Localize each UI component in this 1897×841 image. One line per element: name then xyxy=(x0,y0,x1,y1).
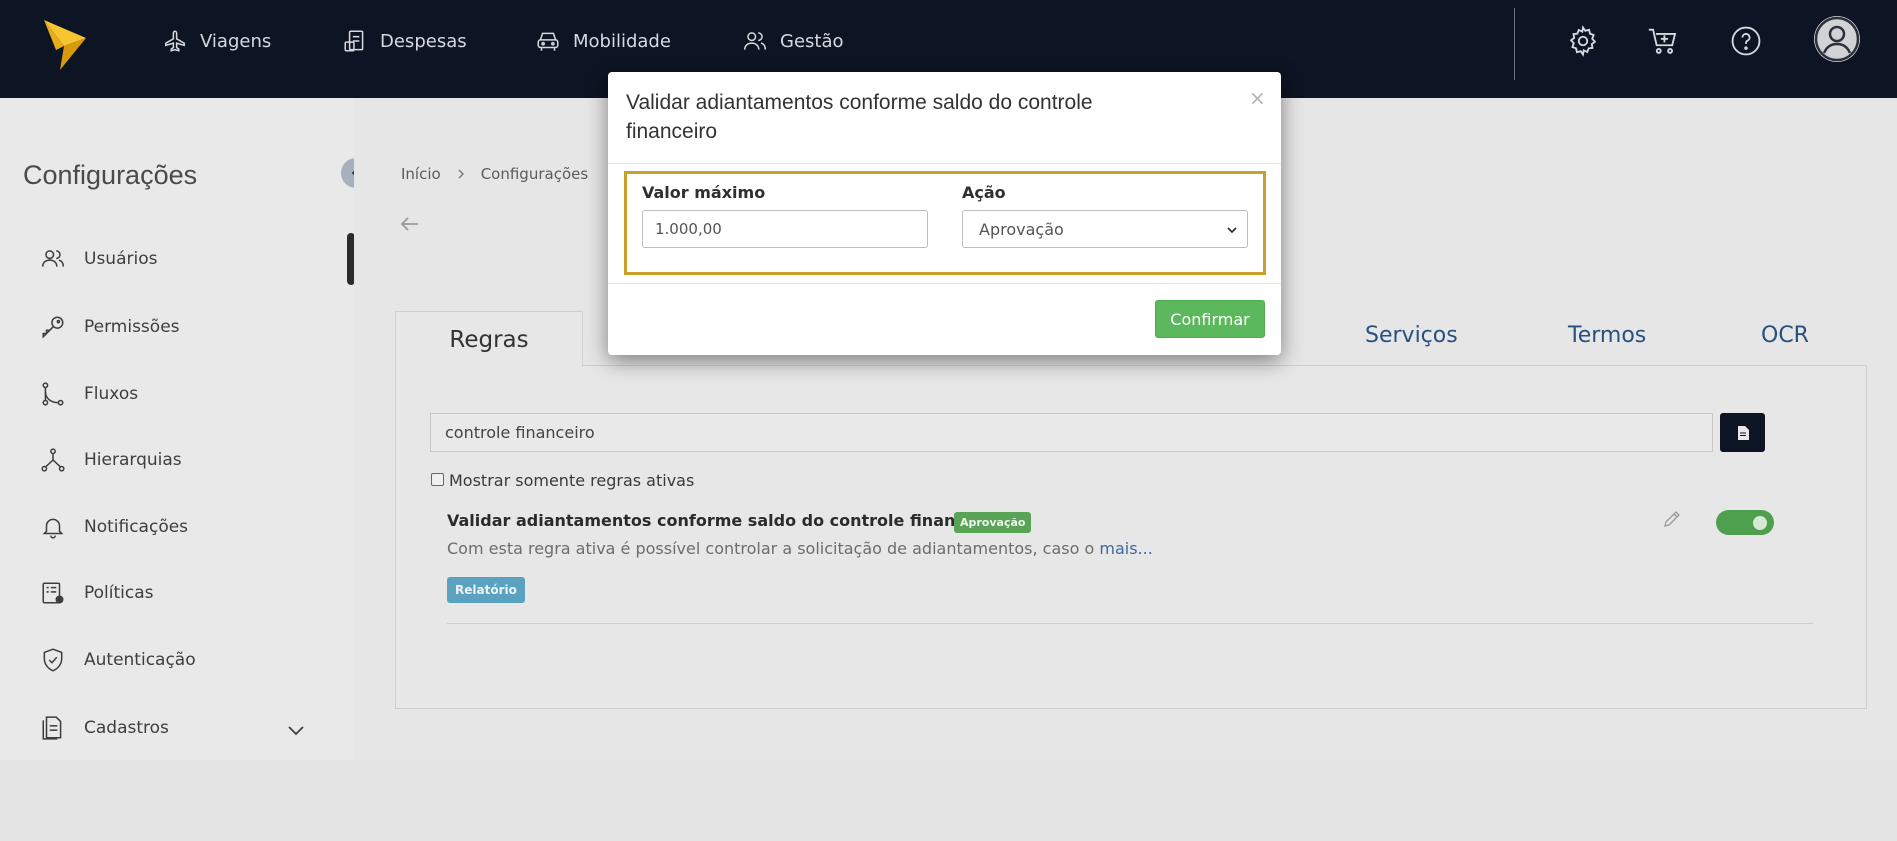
sidebar-item-cadastros[interactable]: Cadastros xyxy=(40,712,169,744)
avatar[interactable] xyxy=(1814,16,1860,62)
sidebar-item-permissoes[interactable]: Permissões xyxy=(40,311,180,343)
users-icon xyxy=(41,250,65,267)
nav-label: Mobilidade xyxy=(573,30,671,52)
rule-toggle[interactable] xyxy=(1716,510,1774,535)
sidebar-item-label: Hierarquias xyxy=(84,450,182,470)
export-button[interactable] xyxy=(1720,413,1765,452)
hierarchy-icon xyxy=(41,448,65,472)
nav-label: Gestão xyxy=(780,30,844,52)
tab-termos[interactable]: Termos xyxy=(1568,323,1646,348)
sidebar-item-label: Notificações xyxy=(84,517,189,537)
sidebar-item-autenticacao[interactable]: Autenticação xyxy=(40,644,196,676)
rule-description: Com esta regra ativa é possível controla… xyxy=(447,539,1153,558)
chevron-down-icon[interactable] xyxy=(284,718,308,742)
nav-mobilidade[interactable]: Mobilidade xyxy=(535,26,671,56)
tab-servicos[interactable]: Serviços xyxy=(1365,323,1458,348)
max-value-label: Valor máximo xyxy=(642,183,766,202)
action-label: Ação xyxy=(962,183,1006,202)
max-value-input[interactable]: 1.000,00 xyxy=(642,210,928,248)
sidebar-item-notificacoes[interactable]: Notificações xyxy=(40,511,188,543)
pencil-icon[interactable] xyxy=(1662,509,1682,529)
footer-area xyxy=(0,760,1897,841)
divider xyxy=(608,283,1281,284)
sidebar-item-politicas[interactable]: Políticas xyxy=(40,577,154,609)
active-only-checkbox[interactable] xyxy=(431,473,444,486)
sidebar-title: Configurações xyxy=(23,160,198,190)
nav-divider xyxy=(1514,8,1515,80)
sidebar-item-label: Políticas xyxy=(84,583,154,603)
document-icon xyxy=(42,716,62,740)
sidebar-item-hierarquias[interactable]: Hierarquias xyxy=(40,444,182,476)
rule-type-badge: Aprovação xyxy=(954,512,1032,533)
report-tag[interactable]: Relatório xyxy=(447,577,525,603)
nav-gestao[interactable]: Gestão xyxy=(742,26,844,56)
logo-icon[interactable] xyxy=(42,16,88,72)
document-icon xyxy=(1737,425,1749,440)
search-value: controle financeiro xyxy=(445,423,595,442)
confirm-button[interactable]: Confirmar xyxy=(1155,300,1265,338)
chevron-right-icon xyxy=(458,169,464,179)
nav-label: Despesas xyxy=(380,30,467,52)
nav-viagens[interactable]: Viagens xyxy=(162,26,271,56)
bell-icon xyxy=(42,518,64,539)
rule-description-text: Com esta regra ativa é possível controla… xyxy=(447,539,1095,558)
sidebar-item-usuarios[interactable]: Usuários xyxy=(40,243,157,275)
sidebar-item-fluxos[interactable]: Fluxos xyxy=(40,378,138,410)
more-link[interactable]: mais... xyxy=(1099,539,1152,558)
chevron-down-icon xyxy=(1227,227,1237,234)
sidebar-item-label: Cadastros xyxy=(84,718,169,738)
car-icon xyxy=(537,32,559,51)
receipt-icon xyxy=(344,30,364,52)
nav-despesas[interactable]: Despesas xyxy=(342,26,467,56)
tab-regras[interactable]: Regras xyxy=(395,311,583,367)
divider xyxy=(447,623,1813,624)
action-value: Aprovação xyxy=(979,219,1064,239)
plane-icon xyxy=(165,30,185,52)
help-icon[interactable] xyxy=(1729,24,1763,58)
validation-modal: Validar adiantamentos conforme saldo do … xyxy=(608,72,1281,355)
cart-icon[interactable] xyxy=(1646,24,1680,58)
sidebar-item-label: Fluxos xyxy=(84,384,139,404)
nav-label: Viagens xyxy=(200,30,272,52)
shield-icon xyxy=(43,648,63,672)
sidebar-item-label: Usuários xyxy=(84,249,158,269)
divider xyxy=(608,163,1281,164)
rule-title: Validar adiantamentos conforme saldo do … xyxy=(447,511,1001,530)
breadcrumb-home[interactable]: Início xyxy=(401,165,441,183)
key-icon xyxy=(42,316,64,339)
flow-icon xyxy=(42,382,64,406)
sidebar-item-label: Autenticação xyxy=(84,650,196,670)
gear-icon[interactable] xyxy=(1566,24,1600,58)
tab-ocr[interactable]: OCR xyxy=(1761,323,1809,348)
avatar-icon xyxy=(1814,16,1860,62)
sidebar-item-label: Permissões xyxy=(84,317,180,337)
max-value: 1.000,00 xyxy=(655,220,722,238)
breadcrumb-configuracoes[interactable]: Configurações xyxy=(481,165,588,183)
policy-icon xyxy=(42,582,64,604)
action-select[interactable]: Aprovação xyxy=(962,210,1248,248)
modal-title: Validar adiantamentos conforme saldo do … xyxy=(626,91,1093,143)
users-icon xyxy=(743,32,767,50)
close-icon[interactable]: × xyxy=(1249,86,1266,110)
back-arrow-icon[interactable] xyxy=(398,212,422,236)
rule-search-input[interactable]: controle financeiro xyxy=(430,413,1713,452)
toggle-knob xyxy=(1753,516,1767,530)
active-only-label: Mostrar somente regras ativas xyxy=(449,471,695,490)
breadcrumb: Início Configurações xyxy=(401,165,588,183)
